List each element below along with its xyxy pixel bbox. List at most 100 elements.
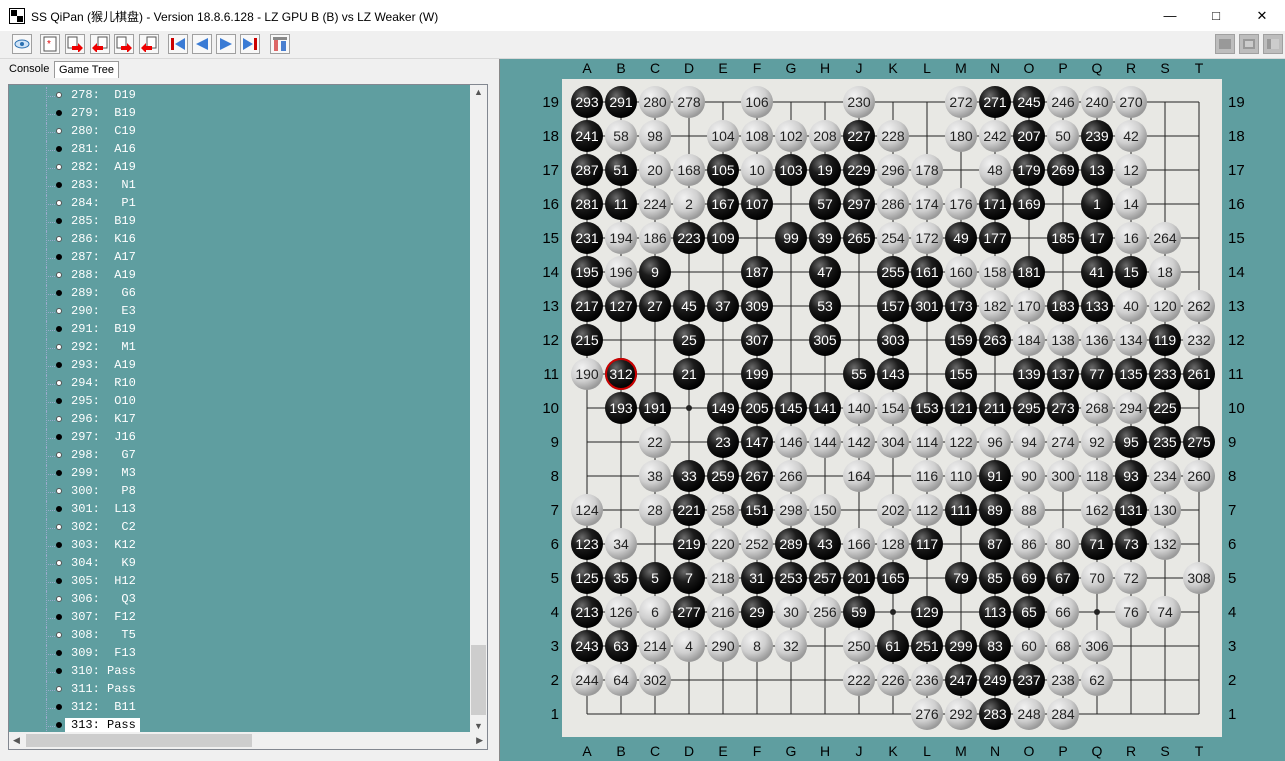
- new-game-icon: *: [43, 36, 57, 52]
- vertical-scrollbar[interactable]: ▲ ▼: [470, 85, 487, 733]
- layout-two-button[interactable]: [1239, 34, 1259, 54]
- move-number: 308: [1187, 570, 1211, 586]
- app-icon[interactable]: [9, 8, 25, 24]
- move-number: 260: [1187, 468, 1211, 484]
- tree-node[interactable]: 284: P1: [9, 195, 469, 213]
- move-number: 253: [779, 570, 803, 586]
- horizontal-scrollbar[interactable]: ◀ ▶: [9, 732, 487, 749]
- move-number: 205: [745, 400, 769, 416]
- last-move-icon: [243, 38, 257, 50]
- tree-node[interactable]: 296: K17: [9, 411, 469, 429]
- move-number: 68: [1055, 638, 1071, 654]
- move-number: 33: [681, 468, 697, 484]
- tree-node[interactable]: 286: K16: [9, 231, 469, 249]
- tree-node[interactable]: 299: M3: [9, 465, 469, 483]
- tree-node[interactable]: 300: P8: [9, 483, 469, 501]
- tree-node[interactable]: 289: G6: [9, 285, 469, 303]
- move-number: 312: [609, 366, 633, 382]
- tree-node-label: 302: C2: [71, 520, 136, 534]
- tree-node[interactable]: 305: H12: [9, 573, 469, 591]
- tree-node[interactable]: 290: E3: [9, 303, 469, 321]
- tree-node[interactable]: 302: C2: [9, 519, 469, 537]
- tree-branch-line: [46, 132, 55, 133]
- tree-branch-line: [46, 222, 55, 223]
- add-black-button[interactable]: [65, 34, 85, 54]
- move-number: 21: [681, 366, 697, 382]
- row-label-right: 6: [1228, 536, 1236, 553]
- next-move-button[interactable]: [216, 34, 236, 54]
- new-game-button[interactable]: *: [40, 34, 60, 54]
- tree-node[interactable]: 281: A16: [9, 141, 469, 159]
- move-number: 290: [711, 638, 735, 654]
- tree-node[interactable]: 313: Pass: [9, 717, 469, 733]
- maximize-button[interactable]: □: [1193, 0, 1239, 31]
- row-label-left: 17: [542, 162, 559, 179]
- tree-node[interactable]: 279: B19: [9, 105, 469, 123]
- tree-node[interactable]: 298: G7: [9, 447, 469, 465]
- vertical-scroll-thumb[interactable]: [471, 645, 486, 715]
- add-white-button[interactable]: [114, 34, 134, 54]
- move-number: 180: [949, 128, 973, 144]
- tree-node[interactable]: 303: K12: [9, 537, 469, 555]
- tree-node[interactable]: 285: B19: [9, 213, 469, 231]
- row-label-left: 8: [551, 468, 559, 485]
- tree-node[interactable]: 304: K9: [9, 555, 469, 573]
- tree-node[interactable]: 291: B19: [9, 321, 469, 339]
- tree-node[interactable]: 278: D19: [9, 87, 469, 105]
- scroll-down-icon[interactable]: ▼: [474, 721, 483, 731]
- tree-node[interactable]: 292: M1: [9, 339, 469, 357]
- close-button[interactable]: ✕: [1239, 0, 1285, 31]
- row-label-left: 16: [542, 196, 559, 213]
- first-move-button[interactable]: [168, 34, 188, 54]
- go-board[interactable]: AABBCCDDEEFFGGHHJJKKLLMMNNOOPPQQRRSSTT19…: [500, 59, 1285, 761]
- move-number: 182: [983, 298, 1007, 314]
- scroll-right-icon[interactable]: ▶: [476, 735, 483, 746]
- tab-console[interactable]: Console: [5, 61, 53, 77]
- tree-node[interactable]: 311: Pass: [9, 681, 469, 699]
- tree-node[interactable]: 307: F12: [9, 609, 469, 627]
- minimize-button[interactable]: —: [1147, 0, 1193, 31]
- move-number: 196: [609, 264, 633, 280]
- move-number: 248: [1017, 706, 1041, 722]
- tree-node[interactable]: 312: B11: [9, 699, 469, 717]
- tree-node[interactable]: 309: F13: [9, 645, 469, 663]
- move-number: 170: [1017, 298, 1041, 314]
- move-number: 87: [987, 536, 1003, 552]
- scroll-up-icon[interactable]: ▲: [474, 87, 483, 97]
- remove-black-button[interactable]: [90, 34, 110, 54]
- move-number: 243: [575, 638, 599, 654]
- tree-node[interactable]: 294: R10: [9, 375, 469, 393]
- layout-three-button[interactable]: [1263, 34, 1283, 54]
- view-button[interactable]: [12, 34, 32, 54]
- black-stone-icon: [56, 218, 62, 224]
- black-stone-icon: [56, 110, 62, 116]
- tree-node[interactable]: 295: O10: [9, 393, 469, 411]
- horizontal-scroll-thumb[interactable]: [26, 734, 252, 747]
- tree-node[interactable]: 306: Q3: [9, 591, 469, 609]
- tree-node[interactable]: 297: J16: [9, 429, 469, 447]
- move-number: 19: [817, 162, 833, 178]
- tree-node[interactable]: 301: L13: [9, 501, 469, 519]
- tab-game-tree[interactable]: Game Tree: [54, 61, 120, 78]
- move-number: 94: [1021, 434, 1037, 450]
- tree-node[interactable]: 287: A17: [9, 249, 469, 267]
- tree-node-label: 293: A19: [71, 358, 136, 372]
- tree-node[interactable]: 293: A19: [9, 357, 469, 375]
- move-number: 35: [613, 570, 629, 586]
- tree-node[interactable]: 280: C19: [9, 123, 469, 141]
- tree-branch-line: [46, 690, 55, 691]
- tree-node[interactable]: 282: A19: [9, 159, 469, 177]
- last-move-button[interactable]: [240, 34, 260, 54]
- layout-one-button[interactable]: [1215, 34, 1235, 54]
- tree-node[interactable]: 283: N1: [9, 177, 469, 195]
- tree-node[interactable]: 310: Pass: [9, 663, 469, 681]
- tree-branch-line: [46, 204, 55, 205]
- previous-move-button[interactable]: [192, 34, 212, 54]
- tools-button[interactable]: [270, 34, 290, 54]
- tree-node[interactable]: 308: T5: [9, 627, 469, 645]
- row-label-right: 9: [1228, 434, 1236, 451]
- move-number: 215: [575, 332, 599, 348]
- tree-node[interactable]: 288: A19: [9, 267, 469, 285]
- scroll-left-icon[interactable]: ◀: [13, 735, 20, 746]
- remove-white-button[interactable]: [139, 34, 159, 54]
